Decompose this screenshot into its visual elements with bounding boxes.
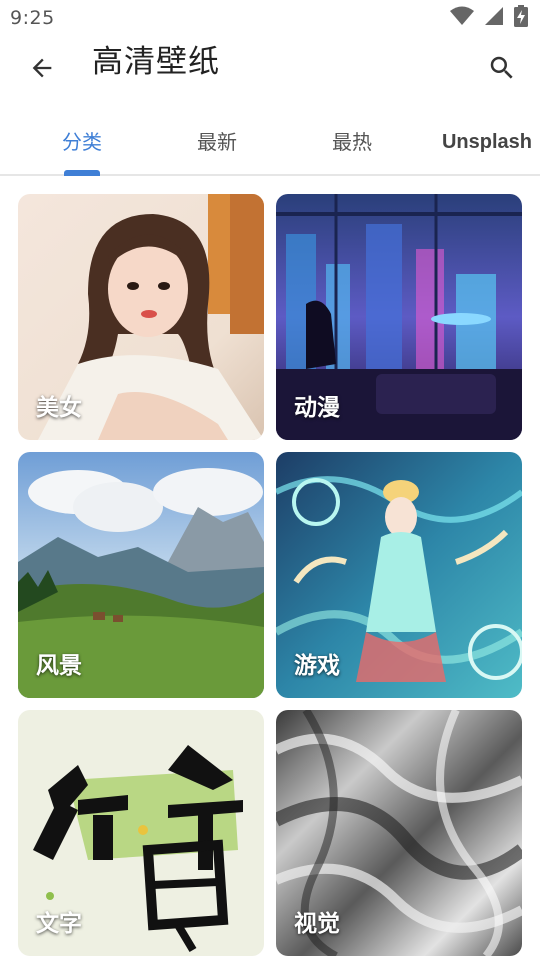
back-button[interactable]	[20, 48, 64, 92]
category-tabs: 分类 最新 最热 Unsplash	[0, 110, 540, 176]
category-card-visual[interactable]: 视觉	[276, 710, 522, 956]
category-card-landscape[interactable]: 风景	[18, 452, 264, 698]
category-label: 游戏	[294, 653, 340, 679]
category-label: 美女	[36, 395, 82, 421]
category-label: 文字	[36, 911, 82, 937]
battery-charging-icon	[514, 5, 528, 31]
category-grid: 美女 动漫 风景 游戏 文字 视觉	[0, 176, 540, 960]
category-card-anime[interactable]: 动漫	[276, 194, 522, 440]
tab-hottest[interactable]: 最热	[320, 124, 384, 160]
page-title: 高清壁纸	[92, 44, 220, 80]
cellular-signal-icon	[484, 6, 504, 30]
wifi-icon	[450, 6, 474, 30]
search-icon	[487, 53, 517, 87]
category-card-beauty[interactable]: 美女	[18, 194, 264, 440]
status-time: 9:25	[10, 7, 55, 29]
category-label: 视觉	[294, 911, 340, 937]
status-icons	[450, 5, 528, 31]
search-button[interactable]	[480, 48, 524, 92]
category-label: 风景	[36, 653, 82, 679]
arrow-back-icon	[28, 54, 56, 86]
tab-latest[interactable]: 最新	[185, 124, 249, 160]
tab-unsplash[interactable]: Unsplash	[440, 124, 534, 160]
status-bar: 9:25	[0, 0, 540, 36]
category-card-game[interactable]: 游戏	[276, 452, 522, 698]
app-bar: 高清壁纸	[0, 36, 540, 110]
category-card-text[interactable]: 文字	[18, 710, 264, 956]
tab-categories[interactable]: 分类	[50, 124, 114, 160]
category-label: 动漫	[294, 395, 340, 421]
